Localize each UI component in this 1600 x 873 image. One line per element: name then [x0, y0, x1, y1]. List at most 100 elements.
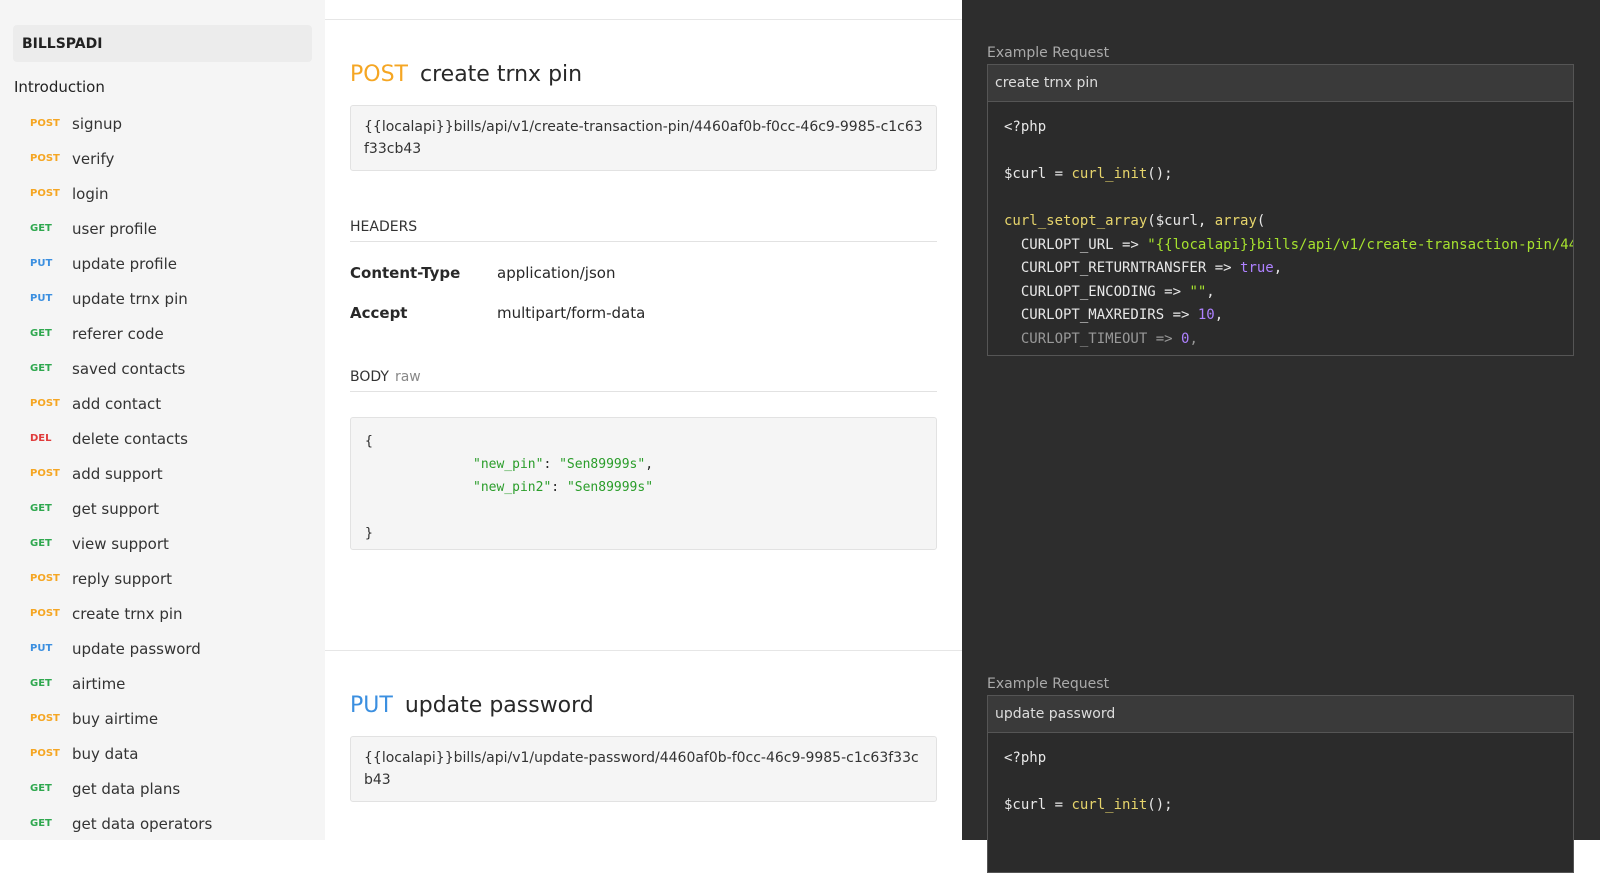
brace: } — [365, 526, 373, 541]
sidebar-item-buy-data[interactable]: POST buy data — [13, 736, 312, 771]
sidebar-item-get-data-operators[interactable]: GET get data operators — [13, 806, 312, 841]
sidebar: BILLSPADI Introduction POST signup POST ver… — [0, 0, 325, 840]
example-request: Example Request create trnx pin <?php $c… — [987, 45, 1574, 356]
code-block[interactable]: <?php $curl = curl_init(); — [987, 733, 1574, 873]
example-name[interactable]: create trnx pin — [987, 64, 1574, 102]
sidebar-item-verify[interactable]: POST verify — [13, 141, 312, 176]
sidebar-introduction[interactable]: Introduction — [14, 78, 311, 96]
sidebar-item-reply-support[interactable]: POST reply support — [13, 561, 312, 596]
example-label: Example Request — [987, 45, 1110, 61]
sidebar-item-label: get data plans — [72, 779, 181, 798]
sidebar-item-label: reply support — [72, 569, 172, 588]
method-badge: POST — [30, 748, 60, 759]
header-row: Content-Type application/json — [350, 264, 937, 282]
method-badge: GET — [30, 363, 52, 374]
header-value: multipart/form-data — [497, 304, 646, 322]
body-heading: BODY raw — [350, 369, 937, 392]
method-badge: GET — [30, 818, 52, 829]
endpoint-title: PUT update password — [350, 693, 937, 718]
header-key: Accept — [350, 304, 408, 322]
sidebar-item-buy-airtime[interactable]: POST buy airtime — [13, 701, 312, 736]
body-key: "new_pin2" — [473, 480, 552, 495]
header-key: Content-Type — [350, 264, 461, 282]
sidebar-item-update-password[interactable]: PUT update password — [13, 631, 312, 666]
method-badge: POST — [30, 153, 60, 164]
sidebar-item-delete-contacts[interactable]: DEL delete contacts — [13, 421, 312, 456]
example-label: Example Request — [987, 676, 1110, 692]
method-badge: POST — [30, 118, 60, 129]
sidebar-item-label: update profile — [72, 254, 177, 273]
sidebar-item-label: buy data — [72, 744, 139, 763]
sidebar-item-login[interactable]: POST login — [13, 176, 312, 211]
method-badge: PUT — [350, 693, 393, 718]
method-badge: POST — [30, 398, 60, 409]
endpoint-name: update password — [404, 693, 594, 718]
sidebar-item-label: view support — [72, 534, 169, 553]
sidebar-item-add-support[interactable]: POST add support — [13, 456, 312, 491]
sidebar-item-update-trnx-pin[interactable]: PUT update trnx pin — [13, 281, 312, 316]
method-badge: PUT — [30, 643, 53, 654]
brace: { — [365, 434, 373, 449]
sidebar-item-label: saved contacts — [72, 359, 186, 378]
example-name[interactable]: update password — [987, 695, 1574, 733]
divider — [325, 19, 962, 20]
sidebar-item-referer-code[interactable]: GET referer code — [13, 316, 312, 351]
main-content: POST create trnx pin {{localapi}}bills/a… — [325, 0, 962, 840]
headers-label: HEADERS — [350, 219, 418, 235]
body-mode: raw — [394, 369, 421, 385]
method-badge: PUT — [30, 258, 53, 269]
sidebar-item-update-profile[interactable]: PUT update profile — [13, 246, 312, 281]
method-badge: GET — [30, 503, 52, 514]
sidebar-item-label: get support — [72, 499, 159, 518]
sidebar-item-get-data-plans[interactable]: GET get data plans — [13, 771, 312, 806]
header-value: application/json — [497, 264, 616, 282]
brand-title[interactable]: BILLSPADI — [13, 25, 312, 62]
sidebar-item-label: referer code — [72, 324, 164, 343]
method-badge: GET — [30, 538, 52, 549]
sidebar-item-label: user profile — [72, 219, 157, 238]
sidebar-item-airtime[interactable]: GET airtime — [13, 666, 312, 701]
divider — [325, 650, 962, 651]
method-badge: POST — [30, 573, 60, 584]
sidebar-item-label: create trnx pin — [72, 604, 183, 623]
sidebar-item-label: add contact — [72, 394, 162, 413]
endpoint-name: create trnx pin — [420, 62, 583, 87]
endpoint-update-password: PUT update password {{localapi}}bills/ap… — [350, 693, 937, 802]
endpoint-url[interactable]: {{localapi}}bills/api/v1/update-password… — [350, 736, 937, 802]
endpoint-title: POST create trnx pin — [350, 62, 937, 87]
method-badge: POST — [30, 188, 60, 199]
headers-heading: HEADERS — [350, 219, 937, 242]
method-badge: POST — [350, 62, 408, 87]
sidebar-item-label: update trnx pin — [72, 289, 188, 308]
sidebar-item-label: airtime — [72, 674, 126, 693]
sidebar-item-view-support[interactable]: GET view support — [13, 526, 312, 561]
sidebar-item-label: update password — [72, 639, 201, 658]
method-badge: PUT — [30, 293, 53, 304]
sidebar-item-add-contact[interactable]: POST add contact — [13, 386, 312, 421]
sidebar-item-user-profile[interactable]: GET user profile — [13, 211, 312, 246]
body-value: "Sen89999s" — [566, 480, 654, 495]
body-key: "new_pin" — [473, 457, 544, 472]
sidebar-item-label: get data operators — [72, 814, 213, 833]
sidebar-item-saved-contacts[interactable]: GET saved contacts — [13, 351, 312, 386]
sidebar-item-label: verify — [72, 149, 115, 168]
endpoint-create-trnx-pin: POST create trnx pin {{localapi}}bills/a… — [350, 62, 937, 550]
examples-panel: Example Request create trnx pin <?php $c… — [962, 0, 1600, 873]
sidebar-item-signup[interactable]: POST signup — [13, 106, 312, 141]
sidebar-item-label: signup — [72, 114, 123, 133]
method-badge: POST — [30, 713, 60, 724]
method-badge: GET — [30, 328, 52, 339]
endpoint-url[interactable]: {{localapi}}bills/api/v1/create-transact… — [350, 105, 937, 171]
method-badge: GET — [30, 223, 52, 234]
body-label: BODY — [350, 369, 389, 385]
code-block[interactable]: <?php $curl = curl_init(); curl_setopt_a… — [987, 102, 1574, 356]
method-badge: POST — [30, 608, 60, 619]
sidebar-item-label: add support — [72, 464, 163, 483]
method-badge: POST — [30, 468, 60, 479]
sidebar-item-get-support[interactable]: GET get support — [13, 491, 312, 526]
sidebar-item-create-trnx-pin[interactable]: POST create trnx pin — [13, 596, 312, 631]
header-row: Accept multipart/form-data — [350, 304, 937, 322]
method-badge: GET — [30, 783, 52, 794]
request-body[interactable]: { "new_pin": "Sen89999s", "new_pin2": "S… — [350, 417, 937, 550]
sidebar-item-label: delete contacts — [72, 429, 188, 448]
